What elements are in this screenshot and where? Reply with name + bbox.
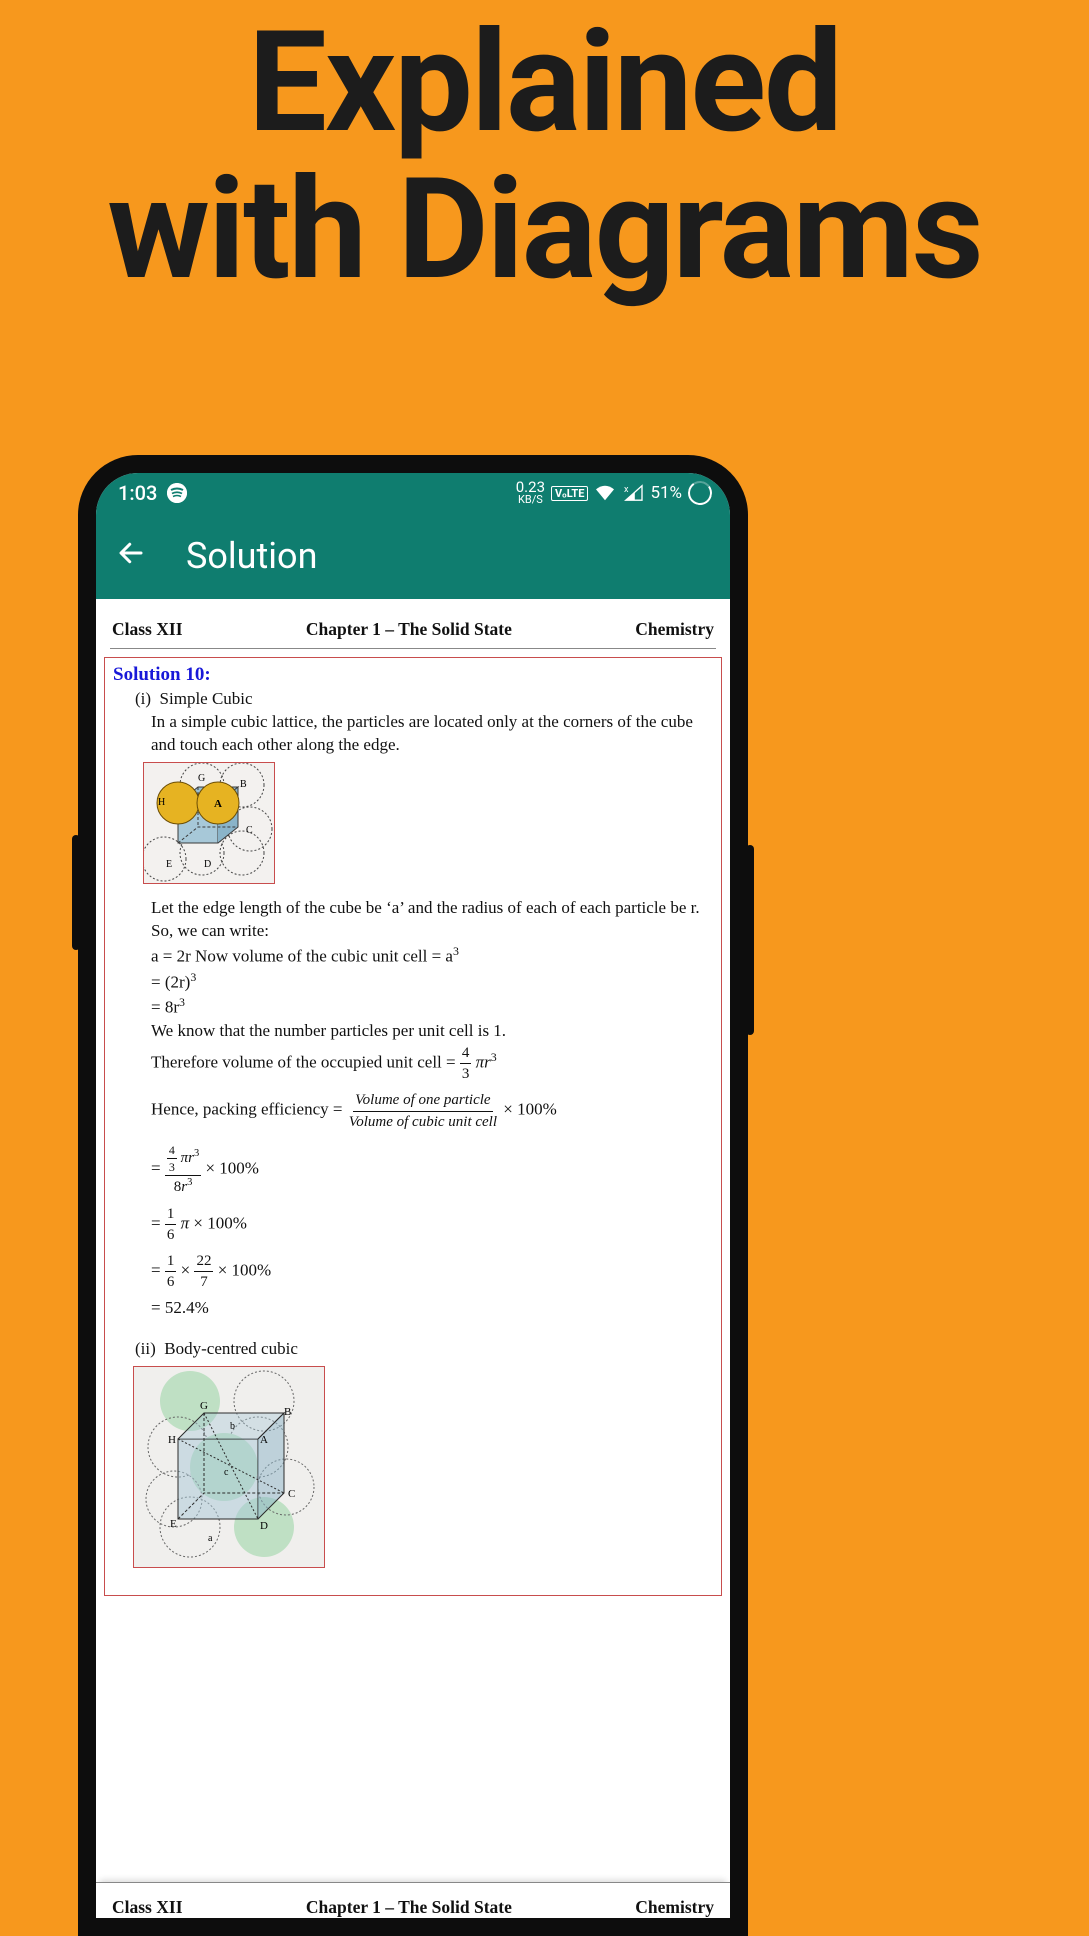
svg-text:D: D xyxy=(204,859,211,870)
document-viewer[interactable]: Class XII Chapter 1 – The Solid State Ch… xyxy=(96,599,730,1918)
equation: Therefore volume of the occupied unit ce… xyxy=(113,1043,713,1085)
bcc-diagram: G B H A C E D b c a xyxy=(133,1366,325,1568)
doc-footer-center: Chapter 1 – The Solid State xyxy=(306,1897,512,1918)
paragraph: Let the edge length of the cube be ‘a’ a… xyxy=(113,897,713,920)
equation: = 16 × 227 × 100% xyxy=(113,1251,713,1293)
svg-text:D: D xyxy=(260,1520,268,1532)
svg-text:a: a xyxy=(208,1533,213,1544)
equation: = (2r)3 xyxy=(113,969,713,995)
svg-text:C: C xyxy=(246,825,253,836)
battery-ring-icon xyxy=(686,479,714,507)
doc-header-right: Chemistry xyxy=(635,619,714,640)
document-footer: Class XII Chapter 1 – The Solid State Ch… xyxy=(96,1882,730,1918)
wifi-icon xyxy=(594,484,616,502)
phone-side-button-right xyxy=(746,845,754,1035)
svg-text:H: H xyxy=(158,797,165,808)
spotify-icon xyxy=(167,483,187,503)
list-marker-ii: (ii) xyxy=(135,1339,156,1358)
header-divider xyxy=(110,648,716,649)
svg-text:C: C xyxy=(288,1488,295,1500)
arrow-left-icon xyxy=(116,538,146,568)
doc-footer-right: Chemistry xyxy=(635,1897,714,1918)
signal-icon: x xyxy=(622,484,644,502)
network-speed: 0.23 KB/S xyxy=(516,481,545,504)
app-bar: Solution xyxy=(96,513,730,599)
volte-badge: VₒLTE xyxy=(551,486,588,501)
equation: Hence, packing efficiency = Volume of on… xyxy=(113,1090,713,1132)
promo-title: Explained with Diagrams xyxy=(0,0,1089,304)
equation: a = 2r Now volume of the cubic unit cell… xyxy=(113,943,713,969)
svg-text:E: E xyxy=(166,859,172,870)
svg-text:c: c xyxy=(224,1467,229,1478)
list-marker-i: (i) xyxy=(135,689,151,708)
doc-footer-left: Class XII xyxy=(112,1897,183,1918)
svg-text:H: H xyxy=(168,1434,176,1446)
svg-text:G: G xyxy=(200,1400,208,1412)
paragraph: So, we can write: xyxy=(113,920,713,943)
battery-percent: 51% xyxy=(650,483,682,503)
device-screen: 1:03 0.23 KB/S VₒLTE xyxy=(96,473,730,1918)
paragraph: In a simple cubic lattice, the particles… xyxy=(113,711,713,757)
solution-title: Solution 10: xyxy=(113,662,713,688)
svg-text:G: G xyxy=(198,773,205,784)
phone-frame: 1:03 0.23 KB/S VₒLTE xyxy=(78,455,748,1936)
svg-text:E: E xyxy=(170,1518,177,1530)
paragraph: We know that the number particles per un… xyxy=(113,1020,713,1043)
simple-cubic-diagram: G B H A C E D xyxy=(143,762,275,884)
equation: = 43 πr3 8r3 × 100% xyxy=(113,1142,713,1198)
svg-text:x: x xyxy=(624,485,629,495)
phone-side-button-left xyxy=(72,835,80,950)
status-bar: 1:03 0.23 KB/S VₒLTE xyxy=(96,473,730,513)
item1-name: Simple Cubic xyxy=(160,689,253,708)
svg-text:B: B xyxy=(240,779,247,790)
item2-name: Body-centred cubic xyxy=(164,1339,298,1358)
equation: = 16 π × 100% xyxy=(113,1204,713,1246)
svg-text:A: A xyxy=(214,798,222,810)
status-time: 1:03 xyxy=(118,481,157,505)
document-header: Class XII Chapter 1 – The Solid State Ch… xyxy=(96,599,730,648)
svg-text:B: B xyxy=(284,1406,291,1418)
app-bar-title: Solution xyxy=(186,535,317,577)
solution-box: Solution 10: (i) Simple Cubic In a simpl… xyxy=(104,657,722,1596)
back-button[interactable] xyxy=(116,535,146,577)
doc-header-center: Chapter 1 – The Solid State xyxy=(306,619,512,640)
equation: = 52.4% xyxy=(113,1297,713,1320)
svg-text:A: A xyxy=(260,1434,268,1446)
svg-text:b: b xyxy=(230,1421,235,1432)
doc-header-left: Class XII xyxy=(112,619,183,640)
equation: = 8r3 xyxy=(113,994,713,1020)
